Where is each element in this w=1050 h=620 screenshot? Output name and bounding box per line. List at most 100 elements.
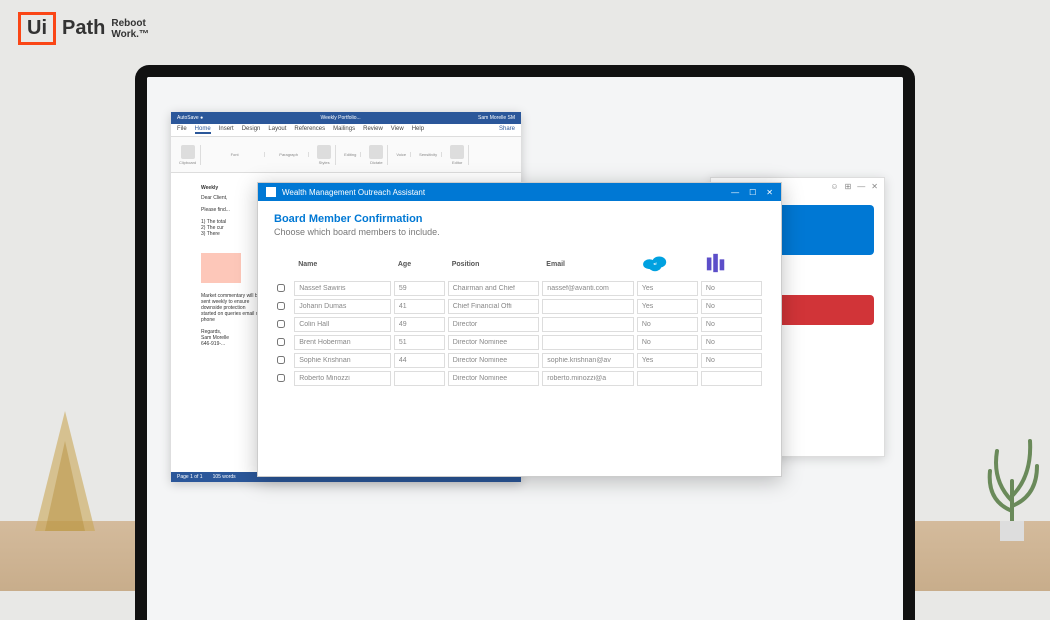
status-page[interactable]: Page 1 of 1 bbox=[177, 474, 203, 480]
doc-highlight bbox=[201, 253, 241, 283]
word-titlebar[interactable]: AutoSave ● Weekly Portfolio... Sam Morel… bbox=[171, 112, 521, 124]
name-field[interactable] bbox=[294, 317, 391, 332]
tab-home[interactable]: Home bbox=[195, 126, 211, 134]
position-field[interactable] bbox=[448, 317, 540, 332]
row-checkbox[interactable] bbox=[277, 374, 285, 382]
styles-icon bbox=[317, 145, 331, 159]
ribbon-paragraph[interactable]: Paragraph bbox=[269, 152, 309, 157]
position-field[interactable] bbox=[448, 371, 540, 386]
age-field[interactable] bbox=[394, 317, 445, 332]
marketo-field[interactable] bbox=[701, 353, 762, 368]
row-checkbox[interactable] bbox=[277, 356, 285, 364]
doc-paragraph: Market commentary will be sent weekly to… bbox=[201, 293, 261, 323]
email-field[interactable] bbox=[542, 335, 634, 350]
dialog-heading: Board Member Confirmation bbox=[274, 213, 765, 225]
age-field[interactable] bbox=[394, 299, 445, 314]
marketo-field[interactable] bbox=[701, 335, 762, 350]
board-members-table: Name Age Position Email sf bbox=[274, 247, 765, 389]
col-age: Age bbox=[394, 250, 445, 278]
editor-icon bbox=[450, 145, 464, 159]
ribbon-font[interactable]: Font bbox=[205, 152, 265, 157]
dialog-titlebar[interactable]: Wealth Management Outreach Assistant — ☐… bbox=[258, 183, 781, 201]
table-row bbox=[277, 299, 762, 314]
uipath-logo: Ui Path RebootWork.™ bbox=[18, 12, 149, 45]
email-field[interactable] bbox=[542, 353, 634, 368]
age-field[interactable] bbox=[394, 335, 445, 350]
marketo-field[interactable] bbox=[701, 299, 762, 314]
salesforce-field[interactable] bbox=[637, 281, 698, 296]
salesforce-field[interactable] bbox=[637, 371, 698, 386]
salesforce-field[interactable] bbox=[637, 317, 698, 332]
marketo-field[interactable] bbox=[701, 281, 762, 296]
position-field[interactable] bbox=[448, 353, 540, 368]
name-field[interactable] bbox=[294, 335, 391, 350]
row-checkbox[interactable] bbox=[277, 284, 285, 292]
table-row bbox=[277, 317, 762, 332]
dialog-body: Board Member Confirmation Choose which b… bbox=[258, 201, 781, 401]
email-field[interactable] bbox=[542, 299, 634, 314]
marketo-icon bbox=[705, 252, 727, 274]
user-icon[interactable]: ☺ bbox=[830, 182, 838, 191]
row-checkbox[interactable] bbox=[277, 320, 285, 328]
grid-icon[interactable]: ⊞ bbox=[845, 182, 852, 191]
col-salesforce: sf bbox=[637, 250, 698, 278]
ribbon-sensitivity[interactable]: Sensitivity bbox=[415, 152, 442, 157]
close-icon[interactable]: ✕ bbox=[871, 182, 878, 191]
salesforce-field[interactable] bbox=[637, 299, 698, 314]
name-field[interactable] bbox=[294, 281, 391, 296]
age-field[interactable] bbox=[394, 353, 445, 368]
age-field[interactable] bbox=[394, 371, 445, 386]
ribbon-editing[interactable]: Editing bbox=[340, 152, 361, 157]
dialog-maximize-icon[interactable]: ☐ bbox=[749, 188, 756, 197]
position-field[interactable] bbox=[448, 335, 540, 350]
dialog-title-text: Wealth Management Outreach Assistant bbox=[282, 188, 425, 197]
marketo-field[interactable] bbox=[701, 371, 762, 386]
share-button[interactable]: Share bbox=[499, 126, 515, 134]
tab-design[interactable]: Design bbox=[242, 126, 261, 134]
salesforce-field[interactable] bbox=[637, 353, 698, 368]
tab-mailings[interactable]: Mailings bbox=[333, 126, 355, 134]
tab-review[interactable]: Review bbox=[363, 126, 383, 134]
col-email: Email bbox=[542, 250, 634, 278]
col-position: Position bbox=[448, 250, 540, 278]
col-name: Name bbox=[294, 250, 391, 278]
email-field[interactable] bbox=[542, 281, 634, 296]
row-checkbox[interactable] bbox=[277, 302, 285, 310]
ribbon-voice[interactable]: Voice bbox=[392, 152, 411, 157]
dialog-close-icon[interactable]: ✕ bbox=[766, 188, 773, 197]
dialog-minimize-icon[interactable]: — bbox=[731, 188, 739, 197]
ribbon-clipboard[interactable]: Clipboard bbox=[175, 145, 201, 165]
tab-view[interactable]: View bbox=[391, 126, 404, 134]
email-field[interactable] bbox=[542, 371, 634, 386]
table-row bbox=[277, 281, 762, 296]
word-doc-title: Weekly Portfolio... bbox=[320, 115, 360, 121]
row-checkbox[interactable] bbox=[277, 338, 285, 346]
salesforce-icon: sf bbox=[641, 253, 669, 273]
age-field[interactable] bbox=[394, 281, 445, 296]
logo-text: Path bbox=[62, 17, 105, 40]
ribbon-editor[interactable]: Editor bbox=[446, 145, 469, 165]
desk-plant bbox=[982, 421, 1042, 541]
tab-references[interactable]: References bbox=[294, 126, 325, 134]
word-account[interactable]: Sam Morelle SM bbox=[478, 115, 515, 121]
name-field[interactable] bbox=[294, 353, 391, 368]
minimize-icon[interactable]: — bbox=[857, 182, 865, 191]
ribbon-dictate[interactable]: Dictate bbox=[365, 145, 388, 165]
name-field[interactable] bbox=[294, 371, 391, 386]
ribbon-styles[interactable]: Styles bbox=[313, 145, 336, 165]
dictate-icon bbox=[369, 145, 383, 159]
status-words[interactable]: 105 words bbox=[213, 474, 236, 480]
position-field[interactable] bbox=[448, 281, 540, 296]
tab-layout[interactable]: Layout bbox=[268, 126, 286, 134]
position-field[interactable] bbox=[448, 299, 540, 314]
laptop-screen: AutoSave ● Weekly Portfolio... Sam Morel… bbox=[147, 77, 903, 620]
name-field[interactable] bbox=[294, 299, 391, 314]
salesforce-field[interactable] bbox=[637, 335, 698, 350]
tab-insert[interactable]: Insert bbox=[219, 126, 234, 134]
email-field[interactable] bbox=[542, 317, 634, 332]
tab-help[interactable]: Help bbox=[412, 126, 424, 134]
tab-file[interactable]: File bbox=[177, 126, 187, 134]
desk-ornament bbox=[25, 401, 105, 541]
autosave-toggle[interactable]: AutoSave ● bbox=[177, 115, 203, 121]
marketo-field[interactable] bbox=[701, 317, 762, 332]
